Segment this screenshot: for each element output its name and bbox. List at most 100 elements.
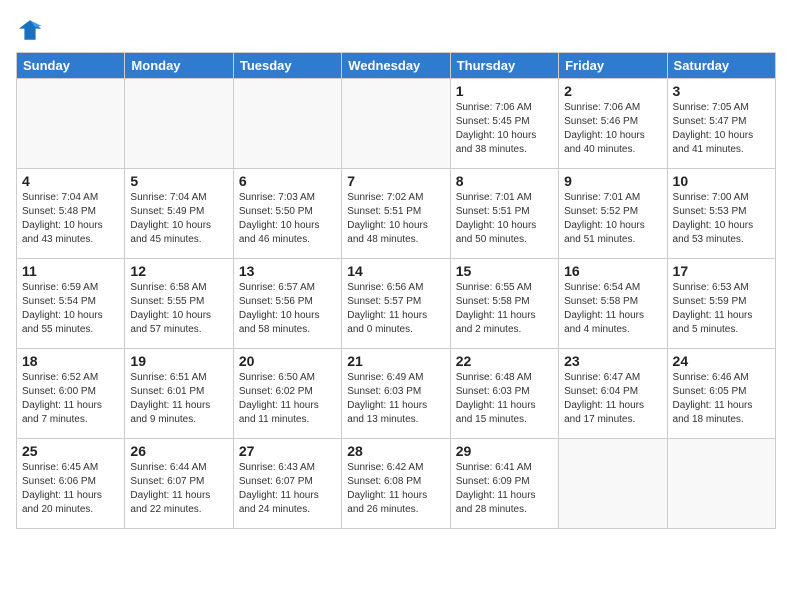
day-info: Sunrise: 7:02 AM Sunset: 5:51 PM Dayligh… <box>347 191 444 247</box>
calendar-cell: 29 Sunrise: 6:41 AM Sunset: 6:09 PM Dayli… <box>450 439 558 529</box>
calendar-cell: 9 Sunrise: 7:01 AM Sunset: 5:52 PM Daylig… <box>559 169 667 259</box>
day-number: 6 <box>239 173 336 189</box>
calendar-cell <box>667 439 775 529</box>
calendar-cell: 5Sunrise: 7:04 AM Sunset: 5:49 PM Daylig… <box>125 169 233 259</box>
day-number: 21 <box>347 353 444 369</box>
day-number: 28 <box>347 443 444 459</box>
day-info: Sunrise: 6:43 AM Sunset: 6:07 PM Dayligh… <box>239 461 336 517</box>
calendar-cell <box>342 79 450 169</box>
header <box>16 16 776 44</box>
calendar-cell: 2 Sunrise: 7:06 AM Sunset: 5:46 PM Daylig… <box>559 79 667 169</box>
calendar-cell: 19 Sunrise: 6:51 AM Sunset: 6:01 PM Dayli… <box>125 349 233 439</box>
day-info: Sunrise: 7:05 AM Sunset: 5:47 PM Dayligh… <box>673 101 770 157</box>
calendar-cell: 11 Sunrise: 6:59 AM Sunset: 5:54 PM Dayli… <box>17 259 125 349</box>
calendar-cell: 15 Sunrise: 6:55 AM Sunset: 5:58 PM Dayli… <box>450 259 558 349</box>
day-info: Sunrise: 6:50 AM Sunset: 6:02 PM Dayligh… <box>239 371 336 427</box>
calendar-cell: 24 Sunrise: 6:46 AM Sunset: 6:05 PM Dayli… <box>667 349 775 439</box>
day-info: Sunrise: 6:47 AM Sunset: 6:04 PM Dayligh… <box>564 371 661 427</box>
calendar-cell: 16 Sunrise: 6:54 AM Sunset: 5:58 PM Dayli… <box>559 259 667 349</box>
week-row-1: 4 Sunrise: 7:04 AM Sunset: 5:48 PM Daylig… <box>17 169 776 259</box>
day-number: 19 <box>130 353 227 369</box>
day-number: 29 <box>456 443 553 459</box>
day-info: Sunrise: 6:46 AM Sunset: 6:05 PM Dayligh… <box>673 371 770 427</box>
calendar-cell: 7 Sunrise: 7:02 AM Sunset: 5:51 PM Daylig… <box>342 169 450 259</box>
day-info: Sunrise: 6:56 AM Sunset: 5:57 PM Dayligh… <box>347 281 444 337</box>
day-number: 16 <box>564 263 661 279</box>
calendar-cell: 26 Sunrise: 6:44 AM Sunset: 6:07 PM Dayli… <box>125 439 233 529</box>
calendar-cell: 10Sunrise: 7:00 AM Sunset: 5:53 PM Dayli… <box>667 169 775 259</box>
day-info: Sunrise: 7:01 AM Sunset: 5:52 PM Dayligh… <box>564 191 661 247</box>
day-info: Sunrise: 6:51 AM Sunset: 6:01 PM Dayligh… <box>130 371 227 427</box>
day-header-tuesday: Tuesday <box>233 53 341 79</box>
day-header-wednesday: Wednesday <box>342 53 450 79</box>
day-header-saturday: Saturday <box>667 53 775 79</box>
calendar-cell <box>233 79 341 169</box>
day-number: 23 <box>564 353 661 369</box>
day-info: Sunrise: 7:04 AM Sunset: 5:48 PM Dayligh… <box>22 191 119 247</box>
day-info: Sunrise: 6:52 AM Sunset: 6:00 PM Dayligh… <box>22 371 119 427</box>
calendar-cell: 1 Sunrise: 7:06 AM Sunset: 5:45 PM Daylig… <box>450 79 558 169</box>
day-info: Sunrise: 6:54 AM Sunset: 5:58 PM Dayligh… <box>564 281 661 337</box>
day-header-monday: Monday <box>125 53 233 79</box>
day-header-friday: Friday <box>559 53 667 79</box>
day-info: Sunrise: 7:03 AM Sunset: 5:50 PM Dayligh… <box>239 191 336 247</box>
day-number: 8 <box>456 173 553 189</box>
logo-icon <box>16 16 44 44</box>
day-header-thursday: Thursday <box>450 53 558 79</box>
calendar-cell: 20 Sunrise: 6:50 AM Sunset: 6:02 PM Dayli… <box>233 349 341 439</box>
calendar-cell <box>125 79 233 169</box>
calendar-cell: 8 Sunrise: 7:01 AM Sunset: 5:51 PM Daylig… <box>450 169 558 259</box>
week-row-2: 11 Sunrise: 6:59 AM Sunset: 5:54 PM Dayli… <box>17 259 776 349</box>
calendar-cell: 21 Sunrise: 6:49 AM Sunset: 6:03 PM Dayli… <box>342 349 450 439</box>
day-number: 15 <box>456 263 553 279</box>
day-number: 12 <box>130 263 227 279</box>
day-info: Sunrise: 7:01 AM Sunset: 5:51 PM Dayligh… <box>456 191 553 247</box>
day-info: Sunrise: 7:00 AM Sunset: 5:53 PM Dayligh… <box>673 191 770 247</box>
calendar-cell: 14 Sunrise: 6:56 AM Sunset: 5:57 PM Dayli… <box>342 259 450 349</box>
week-row-3: 18Sunrise: 6:52 AM Sunset: 6:00 PM Dayli… <box>17 349 776 439</box>
day-info: Sunrise: 6:44 AM Sunset: 6:07 PM Dayligh… <box>130 461 227 517</box>
calendar-cell <box>559 439 667 529</box>
week-row-4: 25 Sunrise: 6:45 AM Sunset: 6:06 PM Dayli… <box>17 439 776 529</box>
day-info: Sunrise: 6:57 AM Sunset: 5:56 PM Dayligh… <box>239 281 336 337</box>
calendar-cell: 23 Sunrise: 6:47 AM Sunset: 6:04 PM Dayli… <box>559 349 667 439</box>
calendar-cell: 25 Sunrise: 6:45 AM Sunset: 6:06 PM Dayli… <box>17 439 125 529</box>
day-number: 4 <box>22 173 119 189</box>
day-info: Sunrise: 6:58 AM Sunset: 5:55 PM Dayligh… <box>130 281 227 337</box>
day-info: Sunrise: 7:06 AM Sunset: 5:45 PM Dayligh… <box>456 101 553 157</box>
calendar-cell: 17 Sunrise: 6:53 AM Sunset: 5:59 PM Dayli… <box>667 259 775 349</box>
day-number: 26 <box>130 443 227 459</box>
day-number: 25 <box>22 443 119 459</box>
calendar-cell: 3 Sunrise: 7:05 AM Sunset: 5:47 PM Daylig… <box>667 79 775 169</box>
day-info: Sunrise: 6:55 AM Sunset: 5:58 PM Dayligh… <box>456 281 553 337</box>
day-number: 27 <box>239 443 336 459</box>
calendar-cell: 12 Sunrise: 6:58 AM Sunset: 5:55 PM Dayli… <box>125 259 233 349</box>
logo <box>16 16 48 44</box>
day-info: Sunrise: 6:45 AM Sunset: 6:06 PM Dayligh… <box>22 461 119 517</box>
day-info: Sunrise: 6:49 AM Sunset: 6:03 PM Dayligh… <box>347 371 444 427</box>
calendar-cell <box>17 79 125 169</box>
calendar-cell: 6 Sunrise: 7:03 AM Sunset: 5:50 PM Daylig… <box>233 169 341 259</box>
day-info: Sunrise: 6:53 AM Sunset: 5:59 PM Dayligh… <box>673 281 770 337</box>
day-number: 3 <box>673 83 770 99</box>
day-number: 20 <box>239 353 336 369</box>
day-number: 17 <box>673 263 770 279</box>
day-number: 9 <box>564 173 661 189</box>
day-info: Sunrise: 6:59 AM Sunset: 5:54 PM Dayligh… <box>22 281 119 337</box>
day-info: Sunrise: 7:06 AM Sunset: 5:46 PM Dayligh… <box>564 101 661 157</box>
day-info: Sunrise: 7:04 AM Sunset: 5:49 PM Dayligh… <box>130 191 227 247</box>
calendar-cell: 18Sunrise: 6:52 AM Sunset: 6:00 PM Dayli… <box>17 349 125 439</box>
day-number: 11 <box>22 263 119 279</box>
day-info: Sunrise: 6:42 AM Sunset: 6:08 PM Dayligh… <box>347 461 444 517</box>
day-number: 13 <box>239 263 336 279</box>
day-number: 1 <box>456 83 553 99</box>
day-number: 7 <box>347 173 444 189</box>
day-info: Sunrise: 6:48 AM Sunset: 6:03 PM Dayligh… <box>456 371 553 427</box>
week-row-0: 1 Sunrise: 7:06 AM Sunset: 5:45 PM Daylig… <box>17 79 776 169</box>
day-number: 24 <box>673 353 770 369</box>
calendar: SundayMondayTuesdayWednesdayThursdayFrid… <box>16 52 776 529</box>
day-info: Sunrise: 6:41 AM Sunset: 6:09 PM Dayligh… <box>456 461 553 517</box>
day-number: 2 <box>564 83 661 99</box>
day-header-sunday: Sunday <box>17 53 125 79</box>
day-number: 14 <box>347 263 444 279</box>
